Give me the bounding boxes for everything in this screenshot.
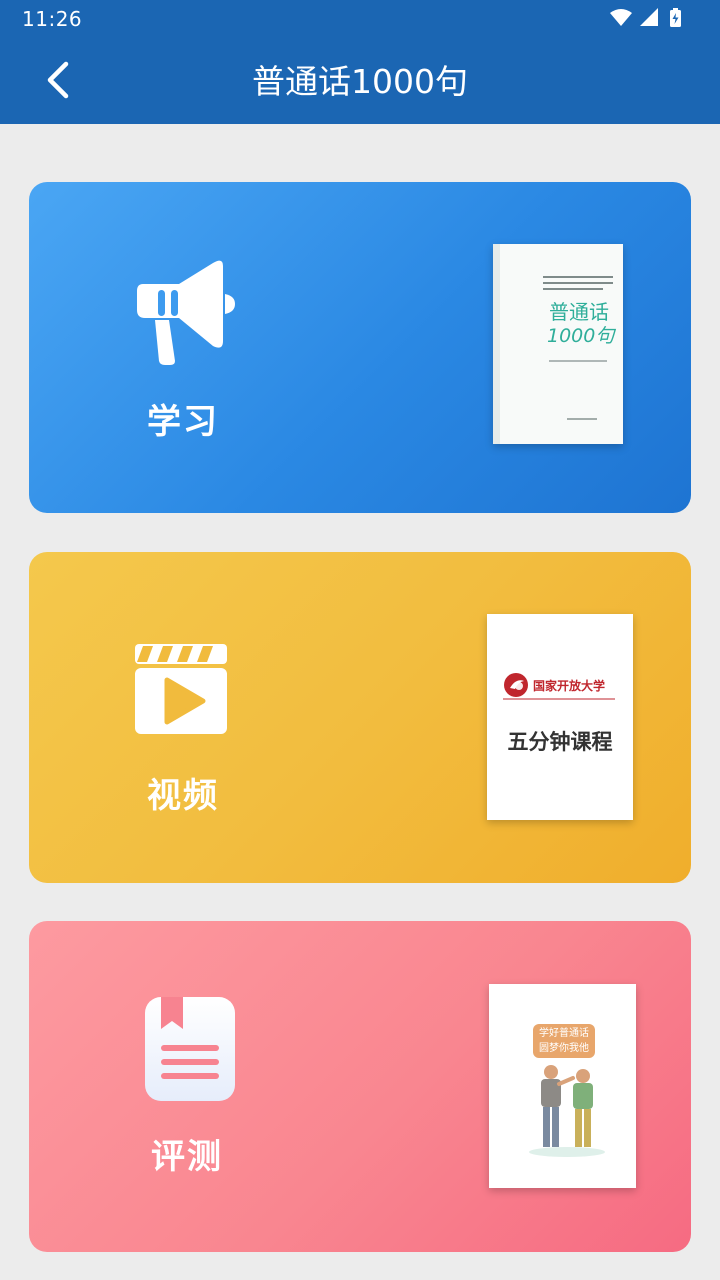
study-book-cover: 普通话 1000句 [493,244,623,444]
book-header-line [543,282,613,284]
test-label: 评测 [151,1137,223,1177]
book-title-line1: 普通话 [549,300,609,324]
book-title-line2: 1000句 [547,325,615,347]
clapperboard-play-icon [135,644,227,734]
signal-icon [640,8,658,26]
wifi-icon [610,9,632,26]
two-people-illustration [529,1065,605,1157]
page-title: 普通话1000句 [252,62,468,101]
book-header-line [543,276,613,278]
course-title: 五分钟课程 [507,730,613,754]
video-course-cover: 国家开放大学 五分钟课程 [487,614,633,820]
book-publisher-line [567,418,597,420]
slogan-line1: 学好普通话 [539,1028,589,1039]
study-label: 学习 [147,402,219,442]
status-icons [610,8,681,27]
slogan-line2: 圆梦你我他 [539,1043,589,1054]
status-bar: 11:26 [0,0,720,36]
test-cover: 学好普通话 圆梦你我他 [489,984,636,1188]
book-spine [493,244,500,444]
university-name-en-line [503,698,615,700]
book-author-line [549,360,607,362]
app-bar: 普通话1000句 [0,36,720,124]
video-card[interactable]: 视频 国家开放大学 五分钟课程 [29,552,691,883]
megaphone-icon [137,260,235,365]
video-label: 视频 [147,776,219,816]
university-logo-icon [504,673,528,697]
university-name: 国家开放大学 [533,679,606,693]
test-card[interactable]: 评测 学好普通话 圆梦你我他 [29,921,691,1252]
bookmark-document-icon [145,997,235,1101]
battery-charging-icon [670,8,681,27]
slogan-bubble: 学好普通话 圆梦你我他 [533,1024,595,1058]
status-time: 11:26 [22,7,83,31]
study-card[interactable]: 学习 普通话 1000句 [29,182,691,513]
book-header-line [543,288,603,290]
